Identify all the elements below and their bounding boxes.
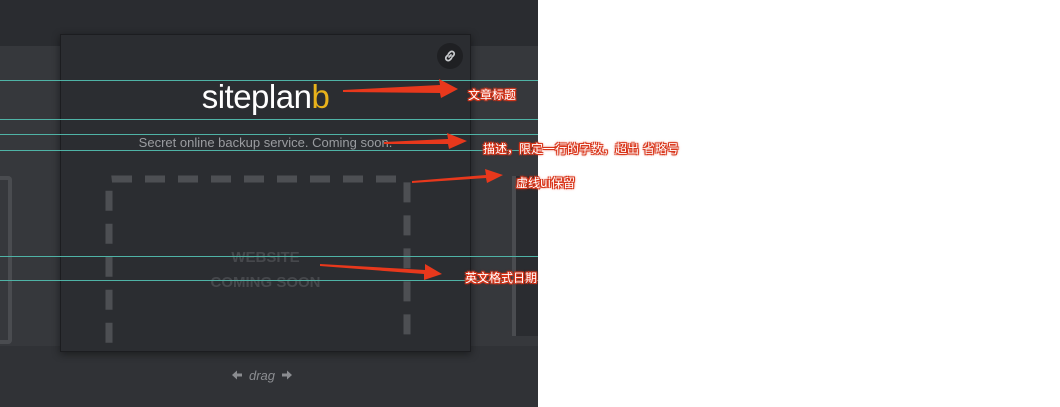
drag-handle[interactable]: drag <box>231 366 293 384</box>
guide-line <box>0 150 538 151</box>
site-title-main: siteplan <box>201 78 312 115</box>
annotation-title: 文章标题 <box>468 88 517 102</box>
site-title: siteplanb <box>61 77 470 117</box>
site-description: Secret online backup service. Coming soo… <box>138 135 393 150</box>
placeholder-line-coming-soon: COMING SOON <box>210 274 321 291</box>
site-title-accent: b <box>311 78 330 115</box>
guide-line <box>0 119 538 120</box>
guide-line <box>0 280 538 281</box>
placeholder-line-website: WEBSITE <box>231 249 300 266</box>
annotation-date: 英文格式日期 <box>465 271 538 285</box>
annotation-description: 描述，限定一行的字数，超出 省略号 <box>483 142 679 156</box>
previous-card-ghost <box>0 176 12 344</box>
preview-stage: siteplanb Secret online backup service. … <box>0 0 538 407</box>
guide-line <box>0 80 538 81</box>
annotation-dashed-ui: 虚线ui保留 <box>516 176 575 190</box>
link-button[interactable] <box>437 43 463 69</box>
arrow-right-icon <box>282 370 293 380</box>
coming-soon-placeholder: WEBSITE COMING SOON <box>61 245 470 295</box>
guide-line <box>0 134 538 135</box>
site-card[interactable]: siteplanb Secret online backup service. … <box>60 34 471 352</box>
guide-line <box>0 256 538 257</box>
arrow-left-icon <box>232 370 242 380</box>
drag-label: drag <box>249 367 276 383</box>
link-icon <box>444 50 456 62</box>
